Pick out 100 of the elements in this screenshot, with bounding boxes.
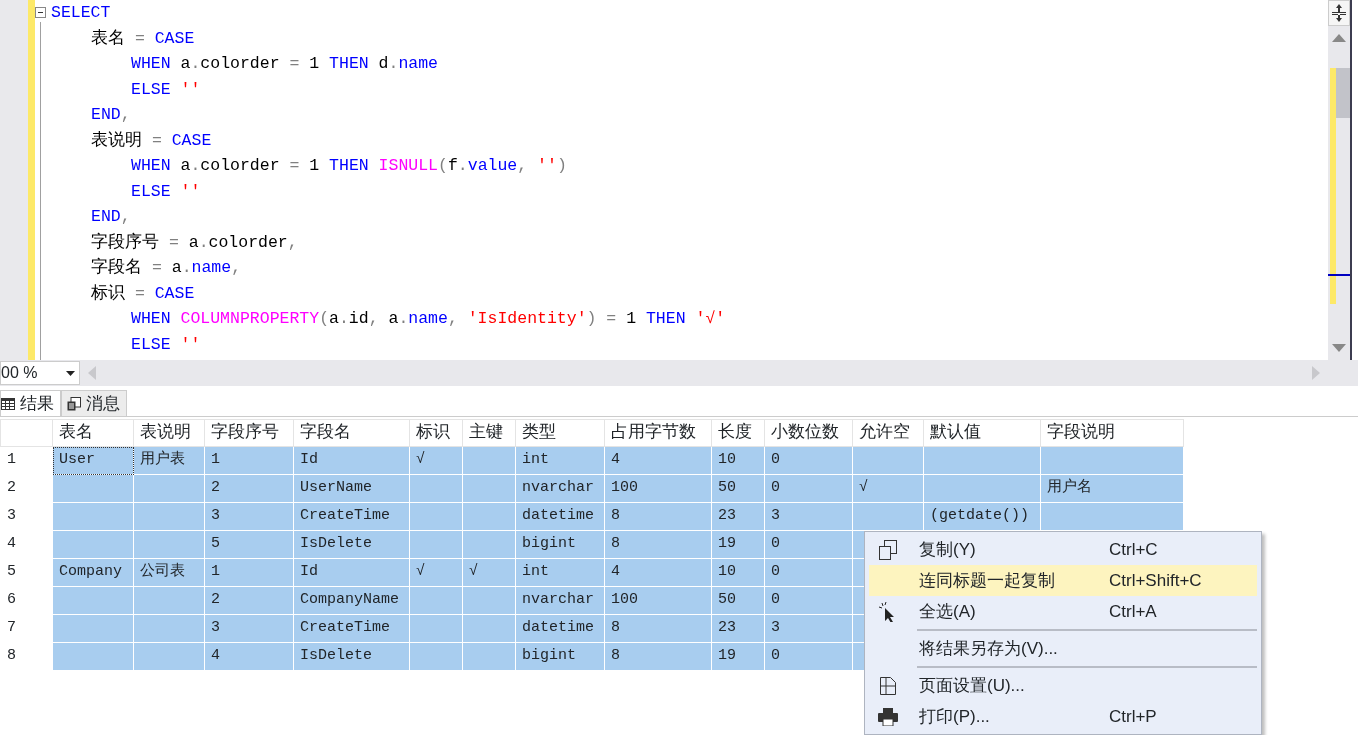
table-cell: datetime [515,502,605,531]
table-cell: 0 [764,586,853,615]
table-cell: CreateTime [293,614,410,643]
table-cell: 100 [604,586,712,615]
column-header[interactable]: 字段名 [293,419,410,447]
table-cell: 8 [604,530,712,559]
code-line: ELSE '' [131,78,201,101]
grid-icon [1,397,15,410]
code-line: END, [91,206,131,228]
split-button[interactable] [1328,0,1350,26]
code-line: ELSE '' [131,333,201,356]
page-setup-icon [880,676,896,695]
cursor-icon [879,601,897,622]
scroll-down-icon[interactable] [1332,344,1346,352]
table-cell: 5 [204,530,294,559]
table-cell: 0 [764,642,853,671]
column-header[interactable]: 允许空 [852,419,924,447]
table-cell: CompanyName [293,586,410,615]
column-header[interactable]: 字段说明 [1040,419,1184,447]
table-cell: datetime [515,614,605,643]
table-cell: 3 [204,614,294,643]
column-header[interactable]: 表名 [52,419,134,447]
table-cell: 0 [764,474,853,503]
table-cell: 0 [764,446,853,475]
code-line: END, [91,104,131,126]
scrollbar-thumb[interactable] [1336,68,1350,118]
table-cell: IsDelete [293,642,410,671]
table-cell: 3 [204,502,294,531]
table-cell: 1 [204,558,294,587]
table-cell [133,642,205,671]
code-line: 字段序号 = a.colorder, [91,231,298,254]
table-cell: nvarchar [515,474,605,503]
table-cell: int [515,558,605,587]
table-cell: 4 [604,558,712,587]
table-cell: 2 [204,586,294,615]
caret-marker [1328,274,1350,276]
table-cell: Id [293,558,410,587]
column-header[interactable]: 标识 [409,419,463,447]
table-cell [133,502,205,531]
table-cell: 0 [764,558,853,587]
code-line: WHEN a.colorder = 1 THEN d.name [131,53,438,75]
table-cell: 4 [604,446,712,475]
column-header[interactable]: 长度 [711,419,765,447]
column-header[interactable]: 默认值 [923,419,1041,447]
menu-item[interactable]: 将结果另存为(V)... [869,633,1257,664]
copy-icon [879,539,897,560]
table-cell: 公司表 [133,558,205,587]
table-cell: √ [852,474,924,503]
table-cell: 2 [204,474,294,503]
column-header[interactable]: 小数位数 [764,419,853,447]
menu-item[interactable]: 复制(Y) Ctrl+C [869,534,1257,565]
table-cell: 3 [764,614,853,643]
result-tab[interactable]: 消息 [61,390,127,416]
table-cell: 0 [764,530,853,559]
table-cell: 用户名 [1040,474,1184,503]
menu-item[interactable]: 打印(P)... Ctrl+P [869,701,1257,732]
vertical-scrollbar[interactable] [1328,0,1350,360]
table-cell [133,474,205,503]
table-cell: 100 [604,474,712,503]
message-icon [67,396,81,411]
column-header[interactable]: 占用字节数 [604,419,712,447]
column-header[interactable]: 主键 [462,419,516,447]
table-cell: bigint [515,642,605,671]
code-line: ELSE '' [131,180,201,203]
column-header[interactable]: 类型 [515,419,605,447]
scroll-up-icon[interactable] [1332,34,1346,42]
column-header[interactable]: 字段序号 [204,419,294,447]
table-cell: Id [293,446,410,475]
table-cell: 1 [204,446,294,475]
code-line: 标识 = CASE [91,282,195,305]
caret-icon [66,370,75,376]
code-line: 表名 = CASE [91,27,195,50]
table-cell: (getdate()) [923,502,1041,531]
menu-item[interactable]: 全选(A) Ctrl+A [869,596,1257,627]
result-tab[interactable]: 结果 [0,390,61,416]
table-cell: bigint [515,530,605,559]
printer-icon [878,707,898,726]
table-cell: Company [52,558,134,587]
menu-item[interactable]: 连同标题一起复制 Ctrl+Shift+C [869,565,1257,596]
table-cell: 3 [764,502,853,531]
table-cell: User [52,446,134,475]
table-cell: CreateTime [293,502,410,531]
collapse-icon[interactable] [35,7,46,18]
table-cell: int [515,446,605,475]
code-line: 字段名 = a.name, [91,256,242,279]
table-cell [133,530,205,559]
table-cell [133,614,205,643]
table-cell: 8 [604,502,712,531]
table-cell: 用户表 [133,446,205,475]
table-cell: 8 [604,614,712,643]
table-cell: nvarchar [515,586,605,615]
table-cell: IsDelete [293,530,410,559]
table-cell: 8 [604,642,712,671]
column-header[interactable]: 表说明 [133,419,205,447]
table-cell: UserName [293,474,410,503]
zoom-dropdown[interactable]: 00 % [0,361,80,385]
menu-item[interactable]: 页面设置(U)... [869,670,1257,701]
code-line: WHEN a.colorder = 1 THEN ISNULL(f.value, '') [131,155,567,177]
code-line: 表说明 = CASE [91,129,212,152]
table-cell: 4 [204,642,294,671]
